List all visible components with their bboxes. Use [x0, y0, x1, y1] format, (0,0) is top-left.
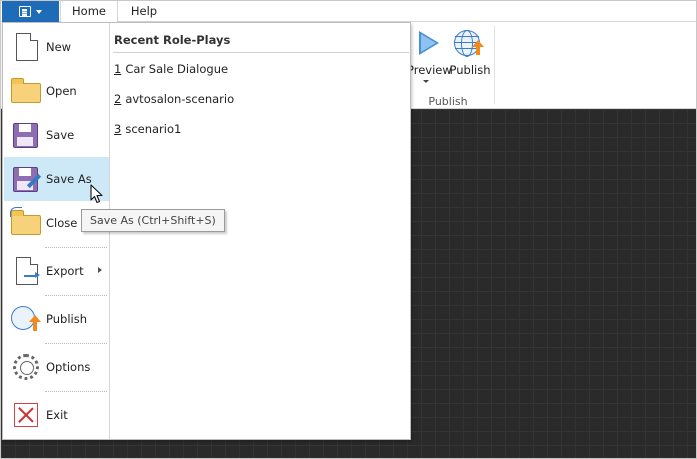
tab-home[interactable]: Home: [60, 1, 118, 23]
recent-files-divider: [113, 52, 409, 53]
recent-file-number: 1: [114, 62, 122, 76]
app-window: Home Help Preview Publish Publish New Op…: [0, 0, 697, 459]
publish-ribbon-button[interactable]: Publish: [448, 28, 492, 90]
recent-file-item[interactable]: 1 Car Sale Dialogue: [114, 60, 228, 78]
menu-item-new[interactable]: New: [4, 25, 109, 69]
mouse-cursor-icon: [90, 184, 103, 204]
recent-file-name: avtosalon-scenario: [125, 92, 235, 106]
preview-button[interactable]: Preview: [407, 28, 452, 90]
preview-label: Preview: [407, 63, 452, 77]
menu-divider: [45, 247, 107, 248]
exit-icon: [10, 399, 42, 431]
menu-item-save[interactable]: Save: [4, 113, 109, 157]
menu-item-label: Save: [46, 128, 75, 142]
menu-icon: [19, 6, 31, 17]
menu-item-label: Export: [46, 264, 84, 278]
recent-files-title: Recent Role-Plays: [114, 33, 231, 47]
menu-item-label: Open: [46, 84, 77, 98]
recent-file-name: scenario1: [125, 122, 182, 136]
ribbon-group-label: Publish: [428, 95, 468, 108]
recent-file-item[interactable]: 2 avtosalon-scenario: [114, 90, 234, 108]
menu-divider: [45, 391, 107, 392]
ribbon-tab-bar: Home Help: [1, 1, 696, 23]
recent-file-name: Car Sale Dialogue: [125, 62, 229, 76]
floppy-disk-icon: [10, 119, 42, 151]
menu-item-export[interactable]: Export: [4, 249, 109, 293]
menu-divider: [45, 295, 107, 296]
globe-upload-icon: [10, 303, 42, 335]
play-icon: [419, 31, 439, 55]
chevron-down-icon: [36, 10, 42, 14]
recent-file-number: 2: [114, 92, 122, 106]
menu-item-label: Save As: [46, 172, 92, 186]
menu-item-open[interactable]: Open: [4, 69, 109, 113]
menu-item-label: Close: [46, 216, 78, 230]
menu-item-publish[interactable]: Publish: [4, 297, 109, 341]
recent-file-item[interactable]: 3 scenario1: [114, 120, 181, 138]
menu-item-exit[interactable]: Exit: [4, 393, 109, 437]
publish-label: Publish: [449, 63, 491, 77]
chevron-down-icon: [423, 80, 429, 83]
menu-divider: [45, 343, 107, 344]
chevron-right-icon: [98, 267, 102, 273]
menu-item-label: New: [46, 40, 72, 54]
recent-file-number: 3: [114, 122, 122, 136]
menu-item-label: Options: [46, 360, 91, 374]
upload-arrow-icon: [472, 40, 484, 55]
save-as-icon: [10, 163, 42, 195]
close-folder-icon: [10, 207, 42, 239]
folder-icon: [10, 75, 42, 107]
gear-icon: [10, 351, 42, 383]
export-icon: [10, 255, 42, 287]
tab-help[interactable]: Help: [118, 1, 170, 22]
file-menu-button[interactable]: [2, 1, 59, 22]
menu-item-label: Exit: [46, 408, 68, 422]
menu-item-label: Publish: [46, 312, 87, 326]
new-document-icon: [10, 31, 42, 63]
ribbon-group-divider: [494, 26, 495, 104]
menu-item-options[interactable]: Options: [4, 345, 109, 389]
tooltip: Save As (Ctrl+Shift+S): [81, 209, 225, 232]
